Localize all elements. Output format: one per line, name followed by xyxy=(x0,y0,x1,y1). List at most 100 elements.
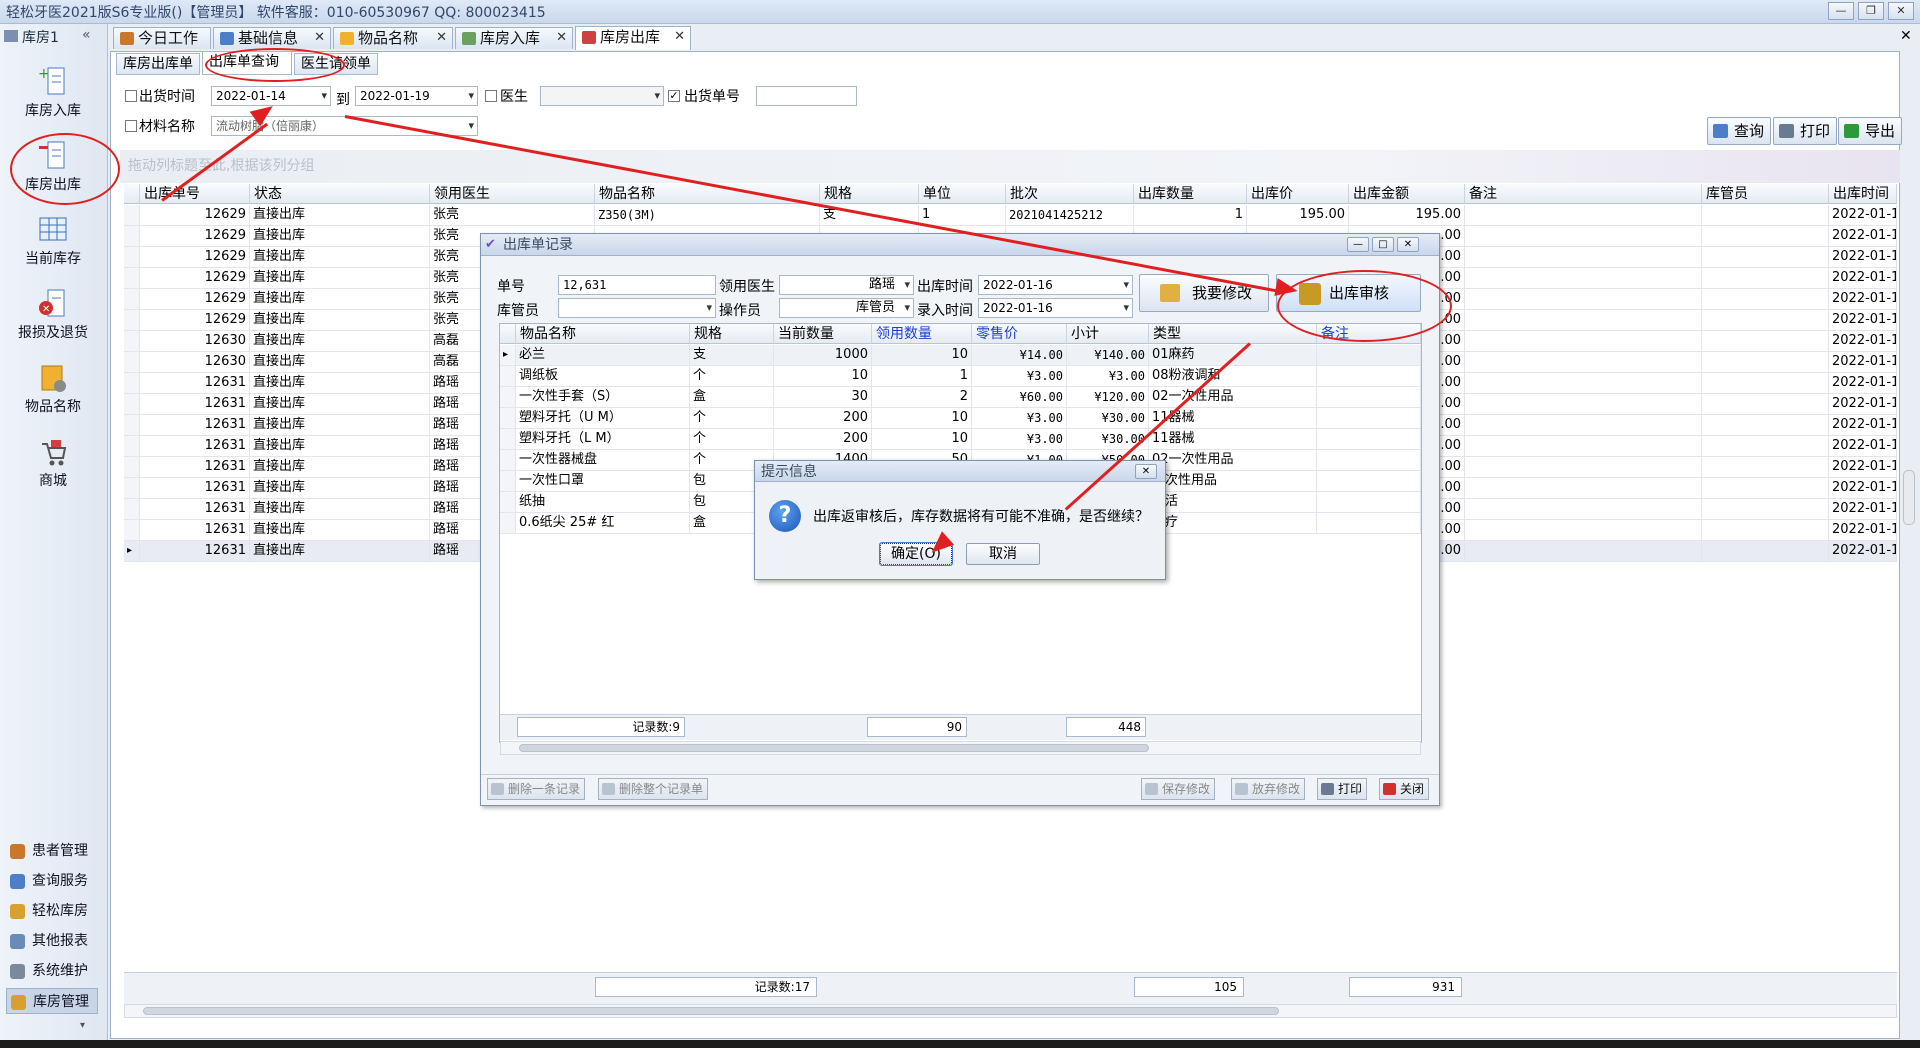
dialog-row-indicator[interactable] xyxy=(500,366,516,387)
close-all-tabs-icon[interactable]: ✕ xyxy=(1900,28,1912,44)
dialog-cell-name[interactable]: 一次性手套（S） xyxy=(516,387,690,408)
dialog-col-header[interactable]: 类型 xyxy=(1149,324,1317,344)
nav-other-reports[interactable]: 其他报表 xyxy=(6,928,98,954)
order-no-filter-checkbox[interactable]: ✓ xyxy=(668,90,680,102)
tab-today-work[interactable]: 今日工作 xyxy=(113,27,211,49)
dialog-cell-price[interactable]: ¥60.00 xyxy=(972,387,1067,408)
subtab-stock-out-form[interactable]: 库房出库单 xyxy=(116,53,200,75)
dialog-cell-remark[interactable] xyxy=(1317,366,1421,387)
row-indicator[interactable] xyxy=(124,499,140,520)
sidebar-item-product-names[interactable]: 物品名称 xyxy=(4,358,102,428)
dialog-cell-qty[interactable]: 2 xyxy=(872,387,972,408)
dialog-cell-name[interactable]: 一次性器械盘 xyxy=(516,450,690,471)
dialog-cell-type[interactable]: 生活 xyxy=(1149,492,1317,513)
grid-cell-time[interactable]: 2022-01-16 xyxy=(1829,352,1897,373)
dialog-cell-cur[interactable]: 10 xyxy=(774,366,872,387)
row-indicator[interactable] xyxy=(124,289,140,310)
restore-button[interactable]: ❐ xyxy=(1858,2,1884,20)
grid-cell-no[interactable]: 12629 xyxy=(140,226,250,247)
nav-easy-warehouse[interactable]: 轻松库房 xyxy=(6,898,98,924)
grid-cell-remark[interactable] xyxy=(1465,205,1702,226)
grid-cell-time[interactable]: 2022-01-16 xyxy=(1829,520,1897,541)
grid-cell-keeper[interactable] xyxy=(1702,373,1829,394)
out-time-picker[interactable]: 2022-01-16 xyxy=(978,275,1133,295)
sidebar-item-current-stock[interactable]: 当前库存 xyxy=(4,210,102,280)
grid-cell-keeper[interactable] xyxy=(1702,478,1829,499)
nav-patient-management[interactable]: 患者管理 xyxy=(6,838,98,864)
col-header[interactable]: 批次 xyxy=(1006,184,1134,204)
collapse-sidebar-button[interactable]: « xyxy=(82,27,91,43)
grid-cell-no[interactable]: 12631 xyxy=(140,499,250,520)
grid-cell-no[interactable]: 12631 xyxy=(140,373,250,394)
grid-cell-unit[interactable]: 1 xyxy=(919,205,1006,226)
close-window-button[interactable]: ✕ xyxy=(1888,2,1914,20)
grid-cell-no[interactable]: 12631 xyxy=(140,478,250,499)
grid-cell-batch[interactable]: 2021041425212 xyxy=(1006,205,1134,226)
grid-cell-qty[interactable]: 1 xyxy=(1134,205,1247,226)
dialog-col-header[interactable]: 零售价 xyxy=(972,324,1067,344)
dialog-cell-name[interactable]: 一次性口罩 xyxy=(516,471,690,492)
doctor-field[interactable]: 路瑶 xyxy=(779,275,914,295)
col-header[interactable]: 备注 xyxy=(1465,184,1702,204)
grid-cell-remark[interactable] xyxy=(1465,373,1702,394)
dialog-cell-qty[interactable]: 10 xyxy=(872,429,972,450)
grid-cell-keeper[interactable] xyxy=(1702,310,1829,331)
order-no-field[interactable]: 12,631 xyxy=(558,275,716,295)
nav-system-maintenance[interactable]: 系统维护 xyxy=(6,958,98,984)
grid-cell-keeper[interactable] xyxy=(1702,499,1829,520)
dialog-cell-remark[interactable] xyxy=(1317,345,1421,366)
dialog-cell-remark[interactable] xyxy=(1317,387,1421,408)
grid-cell-status[interactable]: 直接出库 xyxy=(250,205,430,226)
grid-cell-time[interactable]: 2022-01-16 xyxy=(1829,457,1897,478)
row-indicator[interactable] xyxy=(124,520,140,541)
close-tab-icon[interactable]: ✕ xyxy=(314,28,325,48)
dialog-cell-spec[interactable]: 个 xyxy=(690,408,774,429)
dialog-row-indicator[interactable] xyxy=(500,471,516,492)
dialog-cell-qty[interactable]: 10 xyxy=(872,345,972,366)
col-header[interactable]: 库管员 xyxy=(1702,184,1829,204)
dialog-cell-type[interactable]: 治疗 xyxy=(1149,513,1317,534)
grid-cell-keeper[interactable] xyxy=(1702,457,1829,478)
grid-cell-time[interactable]: 2022-01-16 xyxy=(1829,436,1897,457)
dialog-cell-price[interactable]: ¥14.00 xyxy=(972,345,1067,366)
grid-cell-keeper[interactable] xyxy=(1702,226,1829,247)
dialog-row-indicator[interactable] xyxy=(500,387,516,408)
dialog-cell-name[interactable]: 纸抽 xyxy=(516,492,690,513)
grid-cell-time[interactable]: 2022-01-16 xyxy=(1829,541,1897,562)
dialog-row-indicator[interactable] xyxy=(500,408,516,429)
grid-cell-time[interactable]: 2022-01-16 xyxy=(1829,394,1897,415)
grid-cell-status[interactable]: 直接出库 xyxy=(250,310,430,331)
grid-cell-doctor[interactable]: 张亮 xyxy=(430,205,595,226)
dialog-cell-type[interactable]: 11器械 xyxy=(1149,429,1317,450)
print-button[interactable]: 打印 xyxy=(1773,117,1838,145)
grid-cell-status[interactable]: 直接出库 xyxy=(250,331,430,352)
grid-cell-no[interactable]: 12631 xyxy=(140,457,250,478)
grid-cell-time[interactable]: 2022-01-16 xyxy=(1829,268,1897,289)
row-indicator[interactable] xyxy=(124,373,140,394)
grid-cell-keeper[interactable] xyxy=(1702,541,1829,562)
dialog-cell-cur[interactable]: 200 xyxy=(774,408,872,429)
grid-cell-status[interactable]: 直接出库 xyxy=(250,499,430,520)
row-indicator[interactable] xyxy=(124,352,140,373)
dialog-cell-spec[interactable]: 个 xyxy=(690,366,774,387)
delete-all-records-button[interactable]: 删除整个记录单 xyxy=(598,778,709,800)
scrollbar-thumb[interactable] xyxy=(143,1007,1279,1015)
dialog-cell-remark[interactable] xyxy=(1317,429,1421,450)
dialog-cell-qty[interactable]: 1 xyxy=(872,366,972,387)
dialog-close-button[interactable]: ✕ xyxy=(1397,237,1419,252)
delete-one-record-button[interactable]: 删除一条记录 xyxy=(487,778,586,800)
dialog-col-header[interactable]: 小计 xyxy=(1067,324,1149,344)
grid-cell-keeper[interactable] xyxy=(1702,205,1829,226)
doctor-select[interactable] xyxy=(540,86,664,106)
grid-cell-remark[interactable] xyxy=(1465,499,1702,520)
col-header[interactable]: 出库时间 xyxy=(1829,184,1897,204)
dialog-print-button[interactable]: 打印 xyxy=(1317,778,1368,800)
dialog-cell-type[interactable]: 一次性用品 xyxy=(1149,471,1317,492)
grid-cell-status[interactable]: 直接出库 xyxy=(250,520,430,541)
grid-cell-status[interactable]: 直接出库 xyxy=(250,394,430,415)
sidebar-item-mall[interactable]: 商城 xyxy=(4,432,102,502)
tab-basic-info[interactable]: 基础信息 ✕ xyxy=(213,27,331,49)
grid-cell-remark[interactable] xyxy=(1465,436,1702,457)
grid-cell-no[interactable]: 12629 xyxy=(140,247,250,268)
export-button[interactable]: 导出 xyxy=(1838,117,1903,145)
